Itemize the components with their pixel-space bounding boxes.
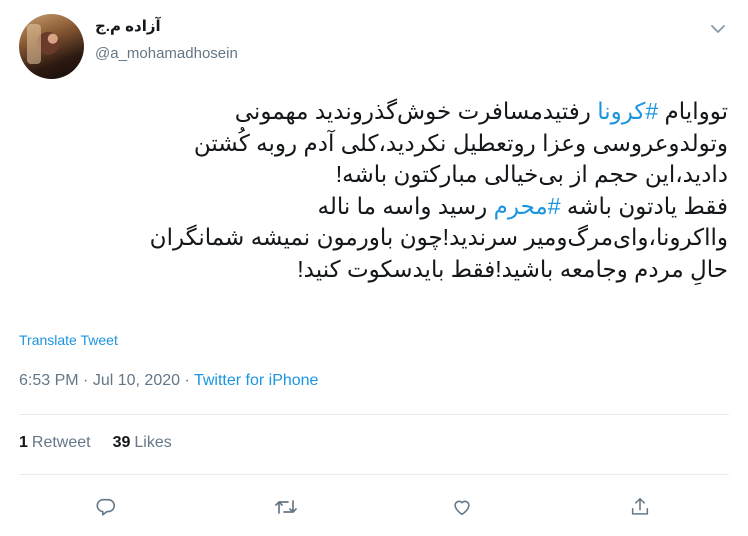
tweet-source-link[interactable]: Twitter for iPhone — [194, 372, 319, 389]
tweet-text-segment: دادید،این حجم از بی‌خیالی مبارکتون باشه! — [335, 161, 728, 187]
user-handle[interactable]: @a_mohamadhosein — [95, 45, 238, 62]
divider — [19, 414, 729, 415]
tweet-text: تووایام #کرونا رفتیدمسافرت خوش‌گذروندید … — [16, 96, 728, 285]
display-name[interactable]: آزاده م.ج — [95, 17, 161, 35]
tweet-text-segment: حالِ مردم وجامعه باشید!فقط بایدسکوت کنید… — [297, 255, 728, 282]
tweet-line: دادید،این حجم از بی‌خیالی مبارکتون باشه! — [16, 159, 728, 191]
tweet-text-segment: وااکرونا،وای‌مرگ‌ومیر سرندید!چون باورمون… — [149, 224, 728, 250]
reply-icon[interactable] — [89, 490, 123, 524]
meta-separator: · — [184, 372, 190, 389]
divider — [19, 474, 729, 475]
hashtag-link[interactable]: #کرونا — [597, 98, 658, 124]
tweet-line: وتولدوعروسی وعزا روتعطیل نکردید،کلی آدم … — [16, 128, 728, 160]
meta-separator: · — [83, 372, 89, 389]
hashtag-link[interactable]: #محرم — [494, 193, 561, 219]
tweet-line: فقط یادتون باشه #محرم رسید واسه ما ناله — [16, 191, 729, 223]
heart-icon[interactable] — [445, 490, 479, 524]
retweet-label: Retweet — [31, 434, 91, 451]
chevron-down-icon[interactable] — [707, 18, 729, 40]
tweet-actions — [19, 490, 729, 524]
tweet-time[interactable]: 6:53 PM — [19, 372, 79, 389]
tweet-line: تووایام #کرونا رفتیدمسافرت خوش‌گذروندید … — [16, 96, 728, 128]
tweet-text-segment: رسید واسه ما ناله — [317, 192, 494, 219]
tweet-stats: 1 Retweet 39 Likes — [19, 434, 172, 452]
tweet-line: حالِ مردم وجامعه باشید!فقط بایدسکوت کنید… — [16, 254, 728, 286]
retweet-icon[interactable] — [269, 490, 303, 524]
tweet-line: وااکرونا،وای‌مرگ‌ومیر سرندید!چون باورمون… — [16, 222, 728, 254]
tweet-date[interactable]: Jul 10, 2020 — [93, 372, 180, 389]
likes-stat[interactable]: 39 Likes — [113, 434, 172, 452]
tweet-text-segment: وتولدوعروسی وعزا روتعطیل نکردید،کلی آدم … — [193, 129, 728, 156]
retweet-count: 1 — [19, 434, 28, 451]
likes-label: Likes — [134, 434, 172, 451]
tweet-text-segment: رفتیدمسافرت خوش‌گذروندید مهمونی — [234, 98, 598, 124]
tweet-text-segment: فقط یادتون باشه — [560, 192, 728, 219]
share-icon[interactable] — [623, 490, 657, 524]
likes-count: 39 — [112, 434, 131, 451]
translate-tweet-link[interactable]: Translate Tweet — [19, 332, 118, 348]
tweet-text-segment: تووایام — [658, 98, 728, 124]
tweet-meta: 6:53 PM · Jul 10, 2020 · Twitter for iPh… — [19, 372, 318, 390]
retweet-stat[interactable]: 1 Retweet — [19, 434, 91, 452]
avatar[interactable] — [19, 14, 84, 79]
